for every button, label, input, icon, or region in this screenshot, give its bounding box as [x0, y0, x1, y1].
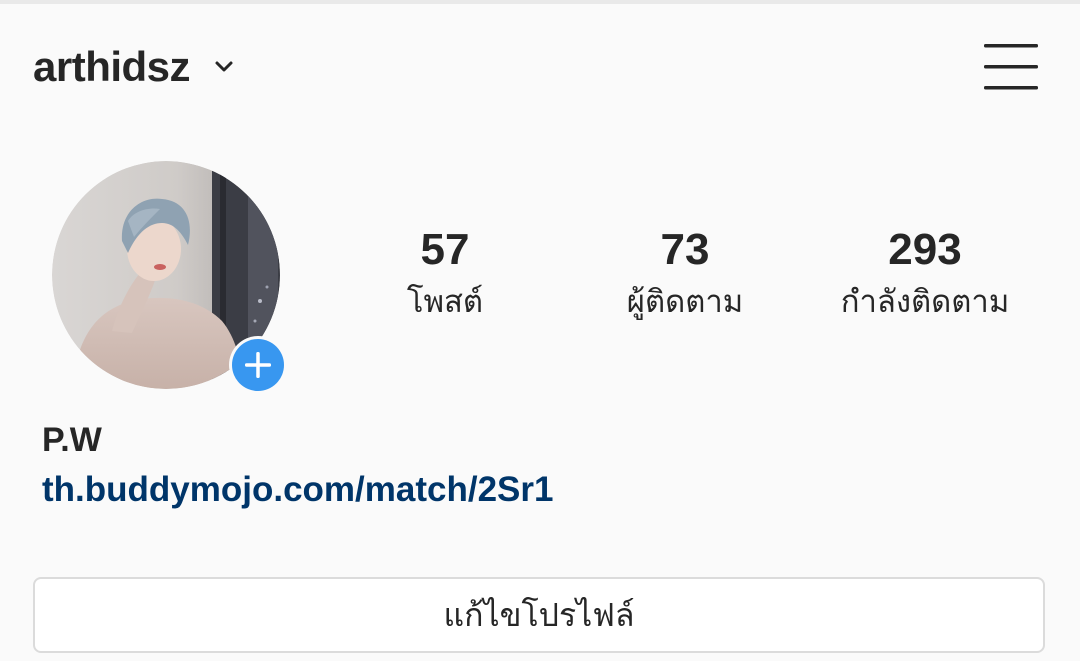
add-story-button[interactable]	[229, 336, 287, 394]
edit-profile-label: แก้ไขโปรไฟล์	[443, 596, 635, 634]
plus-icon	[232, 339, 284, 391]
account-switcher[interactable]: arthidsz	[33, 42, 236, 92]
username: arthidsz	[33, 43, 191, 90]
profile-header: arthidsz	[0, 4, 1080, 132]
stat-followers[interactable]: 73 ผู้ติดตาม	[565, 224, 805, 324]
following-label: กำลังติดตาม	[840, 284, 1010, 320]
posts-count: 57	[420, 225, 470, 274]
chevron-down-icon	[212, 55, 236, 79]
posts-label: โพสต์	[406, 284, 484, 320]
hamburger-menu-icon[interactable]	[982, 42, 1040, 92]
display-name: P.W	[42, 421, 102, 459]
bio-link[interactable]: th.buddymojo.com/match/2Sr1	[42, 468, 553, 512]
stat-posts[interactable]: 57 โพสต์	[325, 224, 565, 324]
followers-count: 73	[660, 225, 710, 274]
following-count: 293	[888, 225, 962, 274]
followers-label: ผู้ติดตาม	[626, 284, 744, 320]
avatar-container[interactable]	[52, 161, 287, 394]
stat-following[interactable]: 293 กำลังติดตาม	[805, 224, 1045, 324]
edit-profile-button[interactable]: แก้ไขโปรไฟล์	[33, 577, 1045, 653]
